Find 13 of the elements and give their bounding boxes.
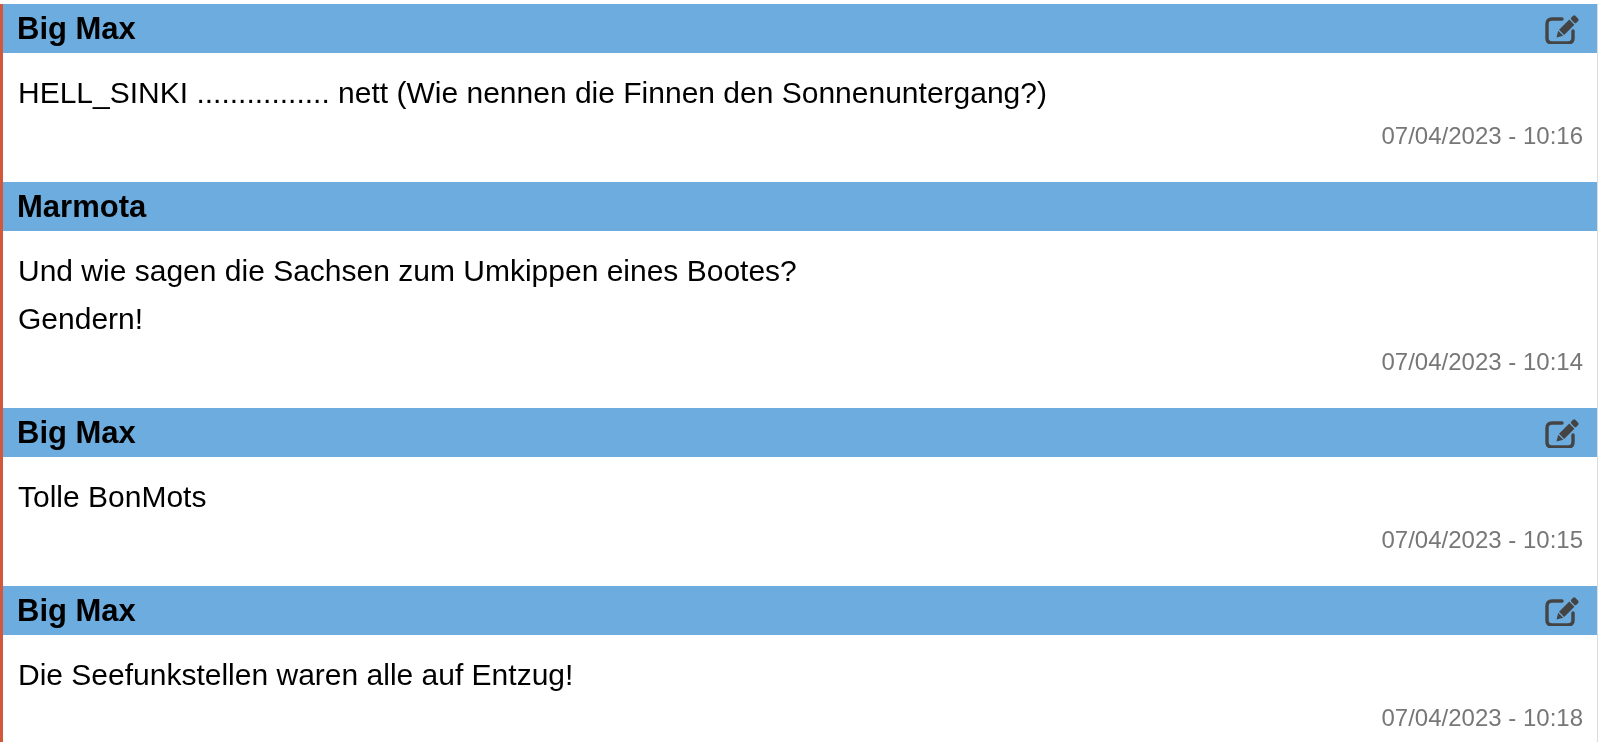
timestamp: 07/04/2023 - 10:14 bbox=[1380, 347, 1583, 377]
message-text: Gendern! bbox=[18, 301, 145, 337]
author-name: Big Max bbox=[17, 592, 136, 630]
message-text: HELL_SINKI ................ nett (Wie nennen die Finnen den Sonnenuntergang?) bbox=[18, 75, 1048, 111]
timestamp: 07/04/2023 - 10:15 bbox=[1380, 525, 1583, 555]
message-text: Tolle BonMots bbox=[18, 479, 208, 515]
message-text: Und wie sagen die Sachsen zum Umkippen eines Bootes? bbox=[18, 253, 798, 289]
author-name: Big Max bbox=[17, 414, 136, 452]
timestamp: 07/04/2023 - 10:16 bbox=[1380, 121, 1583, 151]
author-name: Marmota bbox=[17, 188, 147, 226]
author-name: Big Max bbox=[17, 10, 136, 48]
message-text: Die Seefunkstellen waren alle auf Entzug! bbox=[18, 657, 575, 693]
timestamp: 07/04/2023 - 10:18 bbox=[1380, 703, 1583, 733]
